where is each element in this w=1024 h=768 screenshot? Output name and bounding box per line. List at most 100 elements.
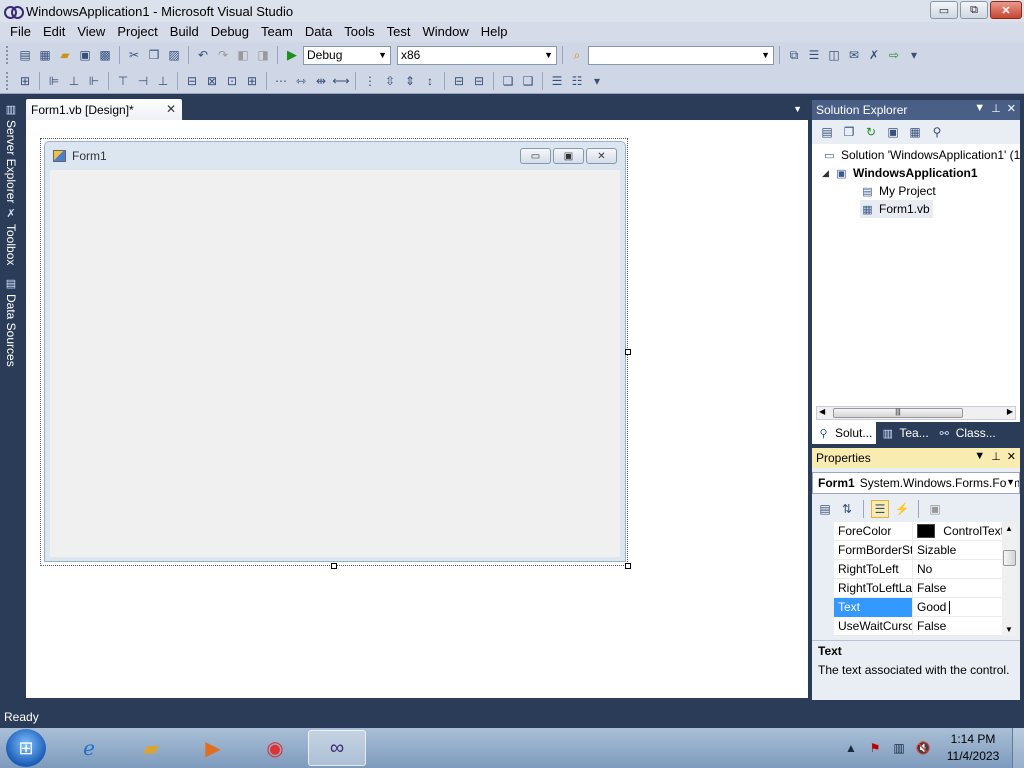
scroll-up-icon[interactable]: ▲: [1005, 524, 1013, 533]
scroll-thumb[interactable]: [1003, 550, 1016, 566]
categorized-icon[interactable]: ▤: [816, 500, 834, 518]
menu-debug[interactable]: Debug: [205, 22, 255, 42]
align-to-grid-icon[interactable]: ⊞: [16, 72, 34, 90]
active-files-dropdown-icon[interactable]: ▼: [793, 104, 802, 114]
undo-icon[interactable]: ↶: [194, 46, 212, 64]
property-value-editor[interactable]: Good: [912, 597, 1004, 617]
menu-tools[interactable]: Tools: [338, 22, 380, 42]
scroll-right-icon[interactable]: ▶: [1007, 407, 1013, 416]
start-page-icon[interactable]: ⇨: [885, 46, 903, 64]
resize-handle-bottom[interactable]: [331, 563, 337, 569]
make-same-size-icon[interactable]: ⊞: [243, 72, 261, 90]
center-horizontally-icon[interactable]: ⊟: [450, 72, 468, 90]
solution-configuration-select[interactable]: Debug ▼: [303, 45, 391, 65]
data-sources-tab[interactable]: ▤ Data Sources: [2, 276, 20, 367]
tab-class-view[interactable]: ⚯ Class...: [933, 422, 1000, 444]
property-grid-scrollbar[interactable]: ▲ ▼: [1002, 522, 1017, 636]
horizontal-spacing-equal-icon[interactable]: ⋯: [272, 72, 290, 90]
align-rights-icon[interactable]: ⊩: [85, 72, 103, 90]
menu-help[interactable]: Help: [475, 22, 514, 42]
align-centers-icon[interactable]: ⊥: [65, 72, 83, 90]
cut-icon[interactable]: ✂: [125, 46, 143, 64]
menu-view[interactable]: View: [71, 22, 111, 42]
taskbar-chrome[interactable]: ◉: [246, 730, 304, 766]
property-value[interactable]: ControlText: [912, 521, 1004, 541]
object-selector[interactable]: Form1 System.Windows.Forms.Form ▼: [812, 472, 1020, 494]
solution-explorer-horizontal-scrollbar[interactable]: ◀ ||| ▶: [816, 406, 1016, 420]
align-tops-icon[interactable]: ⊤: [114, 72, 132, 90]
paste-icon[interactable]: ▨: [165, 46, 183, 64]
make-same-width-icon[interactable]: ⊟: [183, 72, 201, 90]
toolbar-options-icon[interactable]: ▾: [588, 72, 606, 90]
restore-button[interactable]: ⧉: [960, 1, 988, 19]
window-position-icon[interactable]: ▼: [974, 450, 985, 463]
solution-explorer-icon[interactable]: ⧉: [785, 46, 803, 64]
toolbar-grip[interactable]: [6, 71, 10, 90]
start-debugging-icon[interactable]: ▶: [283, 46, 301, 64]
properties-view-icon[interactable]: ☰: [871, 500, 889, 518]
volume-muted-icon[interactable]: 🔇: [914, 741, 932, 755]
start-button[interactable]: ⊞: [6, 729, 46, 767]
toolbar-options-icon[interactable]: ▾: [905, 46, 923, 64]
bring-to-front-icon[interactable]: ❏: [499, 72, 517, 90]
refresh-icon[interactable]: ↻: [862, 123, 880, 141]
tree-item-my-project[interactable]: ▤ My Project: [860, 182, 935, 200]
auto-hide-pin-icon[interactable]: ⊥: [991, 450, 1001, 463]
events-icon[interactable]: ⚡: [893, 500, 911, 518]
vertical-spacing-equal-icon[interactable]: ⋮: [361, 72, 379, 90]
redo-icon[interactable]: ↷: [214, 46, 232, 64]
toolbox-icon[interactable]: ✉: [845, 46, 863, 64]
server-explorer-tab[interactable]: ▥ Server Explorer: [2, 102, 20, 204]
expand-arrow-icon[interactable]: ◢: [822, 168, 834, 179]
center-vertically-icon[interactable]: ⊟: [470, 72, 488, 90]
alphabetical-icon[interactable]: ⇅: [838, 500, 856, 518]
toolbar-grip[interactable]: [6, 46, 10, 64]
decrease-horizontal-spacing-icon[interactable]: ⇹: [312, 72, 330, 90]
align-bottoms-icon[interactable]: ⊥: [154, 72, 172, 90]
find-in-files-icon[interactable]: ⌕: [568, 46, 586, 64]
tab-form1-design[interactable]: Form1.vb [Design]* ✕: [26, 99, 182, 120]
increase-horizontal-spacing-icon[interactable]: ⇿: [292, 72, 310, 90]
find-combo[interactable]: ▼: [588, 45, 774, 65]
form-client-area[interactable]: [50, 170, 620, 557]
save-all-icon[interactable]: ▩: [96, 46, 114, 64]
view-code-icon[interactable]: ▣: [884, 123, 902, 141]
menu-project[interactable]: Project: [111, 22, 163, 42]
property-row[interactable]: RightToLeft No: [834, 559, 1004, 579]
property-value[interactable]: False: [912, 616, 1004, 636]
extension-manager-icon[interactable]: ✗: [865, 46, 883, 64]
menu-test[interactable]: Test: [381, 22, 417, 42]
close-button[interactable]: ✕: [990, 1, 1022, 19]
menu-window[interactable]: Window: [416, 22, 474, 42]
menu-edit[interactable]: Edit: [37, 22, 71, 42]
property-value[interactable]: Sizable: [912, 540, 1004, 560]
toolbox-tab[interactable]: ✗ Toolbox: [2, 206, 20, 266]
taskbar-media-player[interactable]: ▶: [184, 730, 242, 766]
tab-order-icon[interactable]: ☰: [548, 72, 566, 90]
action-center-icon[interactable]: ⚑: [866, 741, 884, 755]
add-item-icon[interactable]: ▦: [36, 46, 54, 64]
open-file-icon[interactable]: ▰: [56, 46, 74, 64]
properties-icon[interactable]: ▤: [818, 123, 836, 141]
remove-horizontal-spacing-icon[interactable]: ⟷: [332, 72, 350, 90]
increase-vertical-spacing-icon[interactable]: ⇳: [381, 72, 399, 90]
tree-item-project[interactable]: ◢ ▣ WindowsApplication1: [822, 164, 978, 182]
decrease-vertical-spacing-icon[interactable]: ⇕: [401, 72, 419, 90]
clock[interactable]: 1:14 PM 11/4/2023: [938, 731, 1008, 765]
tab-team-explorer[interactable]: ▥ Tea...: [876, 422, 932, 444]
view-class-diagram-icon[interactable]: ⚲: [928, 123, 946, 141]
taskbar-internet-explorer[interactable]: ℯ: [60, 730, 118, 766]
show-hidden-icons-icon[interactable]: ▲: [842, 741, 860, 755]
tree-item-form1[interactable]: ▦ Form1.vb: [860, 200, 933, 218]
navigate-backward-icon[interactable]: ◧: [234, 46, 252, 64]
menu-team[interactable]: Team: [255, 22, 299, 42]
auto-hide-pin-icon[interactable]: ⊥: [991, 102, 1001, 115]
menu-data[interactable]: Data: [299, 22, 338, 42]
tab-solution-explorer[interactable]: ⚲ Solut...: [812, 422, 877, 444]
property-row-selected[interactable]: Text Good: [834, 597, 1004, 617]
property-row[interactable]: FormBorderStyle Sizable: [834, 540, 1004, 560]
object-browser-icon[interactable]: ◫: [825, 46, 843, 64]
show-all-files-icon[interactable]: ❐: [840, 123, 858, 141]
close-tab-icon[interactable]: ✕: [166, 102, 176, 116]
property-row[interactable]: RightToLeftLayout False: [834, 578, 1004, 598]
